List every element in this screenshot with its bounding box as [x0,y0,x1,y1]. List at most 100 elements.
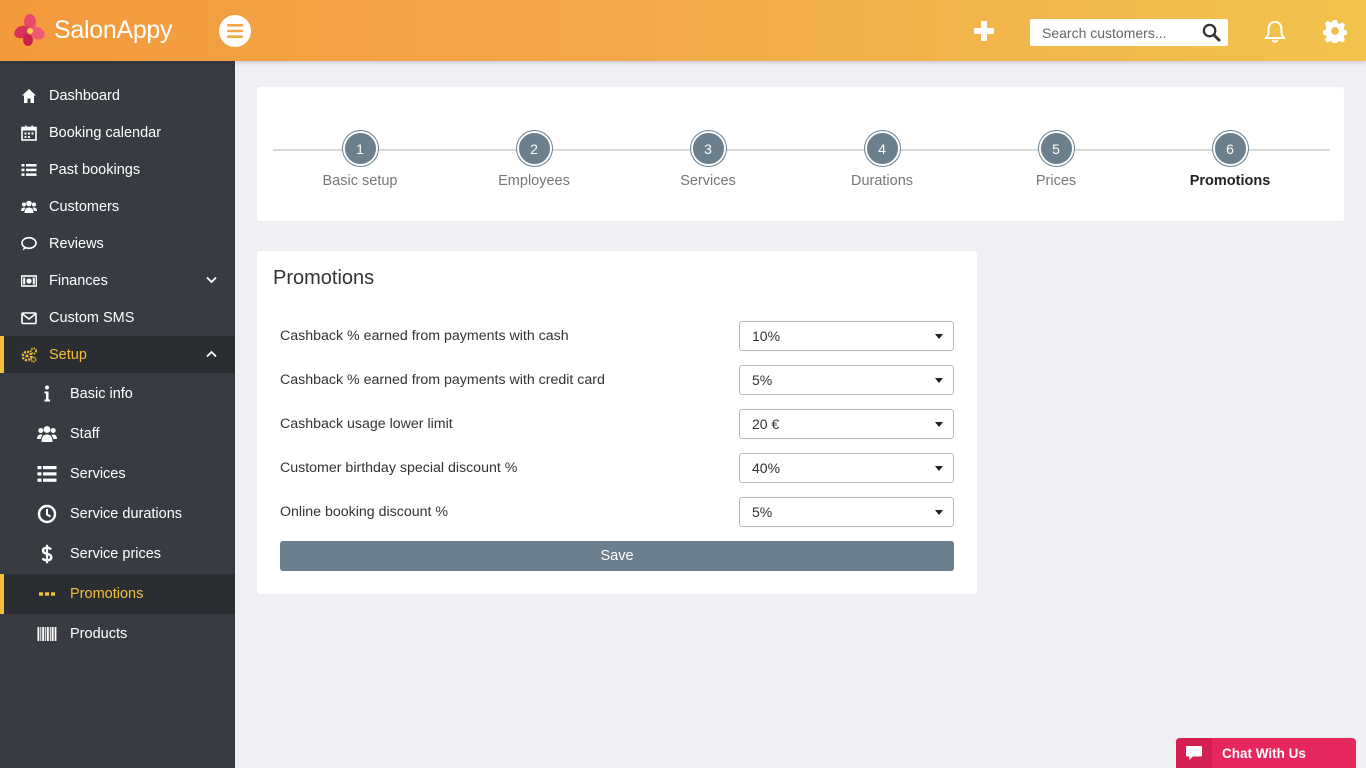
step-services[interactable]: 3 Services [638,131,778,189]
clock-icon [37,504,57,524]
form-row-cashback-cash: Cashback % earned from payments with cas… [280,321,954,351]
sidebar-subitem-label: Services [70,466,126,482]
sidebar-subitem-promotions[interactable]: Promotions [0,574,235,614]
field-label: Online booking discount % [280,504,448,520]
chat-widget-button[interactable]: Chat With Us [1176,738,1356,768]
sidebar-item-setup[interactable]: Setup [0,336,235,373]
sidebar-item-label: Setup [49,346,87,363]
calendar-icon [21,125,37,141]
menu-toggle-button[interactable] [219,15,251,47]
online-booking-discount-select[interactable]: 5% [739,497,954,527]
form-row-cashback-lower-limit: Cashback usage lower limit 20 € [280,409,954,439]
sidebar-item-reviews[interactable]: Reviews [0,225,235,262]
select-value: 40% [752,460,781,476]
step-number: 1 [342,131,378,166]
sidebar-subitem-service-prices[interactable]: Service prices [0,534,235,574]
panel-title: Promotions [273,267,375,289]
step-durations[interactable]: 4 Durations [812,131,952,189]
search-input[interactable] [1030,20,1195,45]
birthday-discount-select[interactable]: 40% [739,453,954,483]
sidebar-subitem-basic-info[interactable]: Basic info [0,374,235,414]
plus-icon[interactable] [972,19,996,43]
sidebar-item-booking-calendar[interactable]: Booking calendar [0,114,235,151]
step-employees[interactable]: 2 Employees [464,131,604,189]
cashback-credit-card-select[interactable]: 5% [739,365,954,395]
sidebar-subitem-label: Products [70,626,128,642]
step-promotions[interactable]: 6 Promotions [1160,131,1300,189]
list-icon [37,466,57,482]
field-label: Cashback % earned from payments with cas… [280,328,569,344]
chat-label: Chat With Us [1222,745,1306,761]
sidebar-item-label: Customers [49,198,120,215]
sidebar-item-dashboard[interactable]: Dashboard [0,77,235,114]
select-value: 10% [752,328,781,344]
step-number: 5 [1038,131,1074,166]
info-icon [44,385,50,402]
step-basic-setup[interactable]: 1 Basic setup [290,131,430,189]
field-label: Cashback usage lower limit [280,416,453,432]
sidebar-subitem-staff[interactable]: Staff [0,414,235,454]
sidebar-subitem-products[interactable]: Products [0,614,235,654]
sidebar-item-customers[interactable]: Customers [0,188,235,225]
sidebar-subitem-label: Staff [70,426,100,442]
caret-down-icon [935,422,943,427]
sidebar-item-past-bookings[interactable]: Past bookings [0,151,235,188]
select-value: 20 € [752,416,780,432]
form-row-cashback-credit-card: Cashback % earned from payments with cre… [280,365,954,395]
step-number: 4 [864,131,900,166]
caret-down-icon [935,466,943,471]
chat-bubble-icon [1186,746,1202,760]
sidebar-item-label: Custom SMS [49,309,135,326]
gear-icon[interactable] [1323,19,1347,43]
comment-icon [21,236,37,250]
form-row-birthday-discount: Customer birthday special discount % 40% [280,453,954,483]
step-number: 2 [516,131,552,166]
sidebar-item-label: Finances [49,272,108,289]
sidebar-subitem-services[interactable]: Services [0,454,235,494]
brand-logo[interactable]: SalonAppy [14,14,173,46]
step-label: Durations [850,173,914,189]
step-label: Employees [498,173,570,189]
sidebar-subitem-label: Service durations [70,506,183,522]
select-value: 5% [752,504,773,520]
step-label: Promotions [1189,173,1271,189]
sidebar-subitem-label: Service prices [70,546,162,562]
sidebar-subitem-service-durations[interactable]: Service durations [0,494,235,534]
money-icon [21,274,37,287]
hamburger-icon [227,24,243,38]
cashback-lower-limit-select[interactable]: 20 € [739,409,954,439]
list-icon [21,163,37,176]
brand-name: SalonAppy [54,15,173,44]
save-button[interactable]: Save [280,541,954,571]
sidebar-item-label: Past bookings [49,161,141,178]
sidebar-item-finances[interactable]: Finances [0,262,235,299]
chevron-down-icon [206,276,217,284]
cogs-icon [21,347,37,363]
dollar-icon [41,544,53,564]
sidebar-subitem-label: Basic info [70,386,133,402]
sidebar-subitem-label: Promotions [70,586,144,602]
step-prices[interactable]: 5 Prices [986,131,1126,189]
ellipsis-icon [39,592,55,596]
cashback-cash-select[interactable]: 10% [739,321,954,351]
bell-icon[interactable] [1262,19,1288,45]
field-label: Customer birthday special discount % [280,460,518,476]
home-icon [22,88,36,103]
users-icon [37,426,57,442]
chevron-up-icon [206,350,217,358]
sidebar-item-label: Booking calendar [49,124,162,141]
field-label: Cashback % earned from payments with cre… [280,372,605,388]
barcode-icon [37,627,57,641]
top-bar: SalonAppy [0,0,1366,61]
setup-stepper: 1 Basic setup 2 Employees 3 Services 4 D… [257,87,1344,221]
sidebar-item-label: Reviews [49,235,104,252]
envelope-icon [21,311,37,324]
sidebar-item-custom-sms[interactable]: Custom SMS [0,299,235,336]
form-row-online-booking-discount: Online booking discount % 5% [280,497,954,527]
step-number: 6 [1212,131,1248,166]
flower-logo-icon [14,14,45,46]
search-icon[interactable] [1202,23,1221,42]
step-label: Prices [1035,173,1077,189]
step-number: 3 [690,131,726,166]
